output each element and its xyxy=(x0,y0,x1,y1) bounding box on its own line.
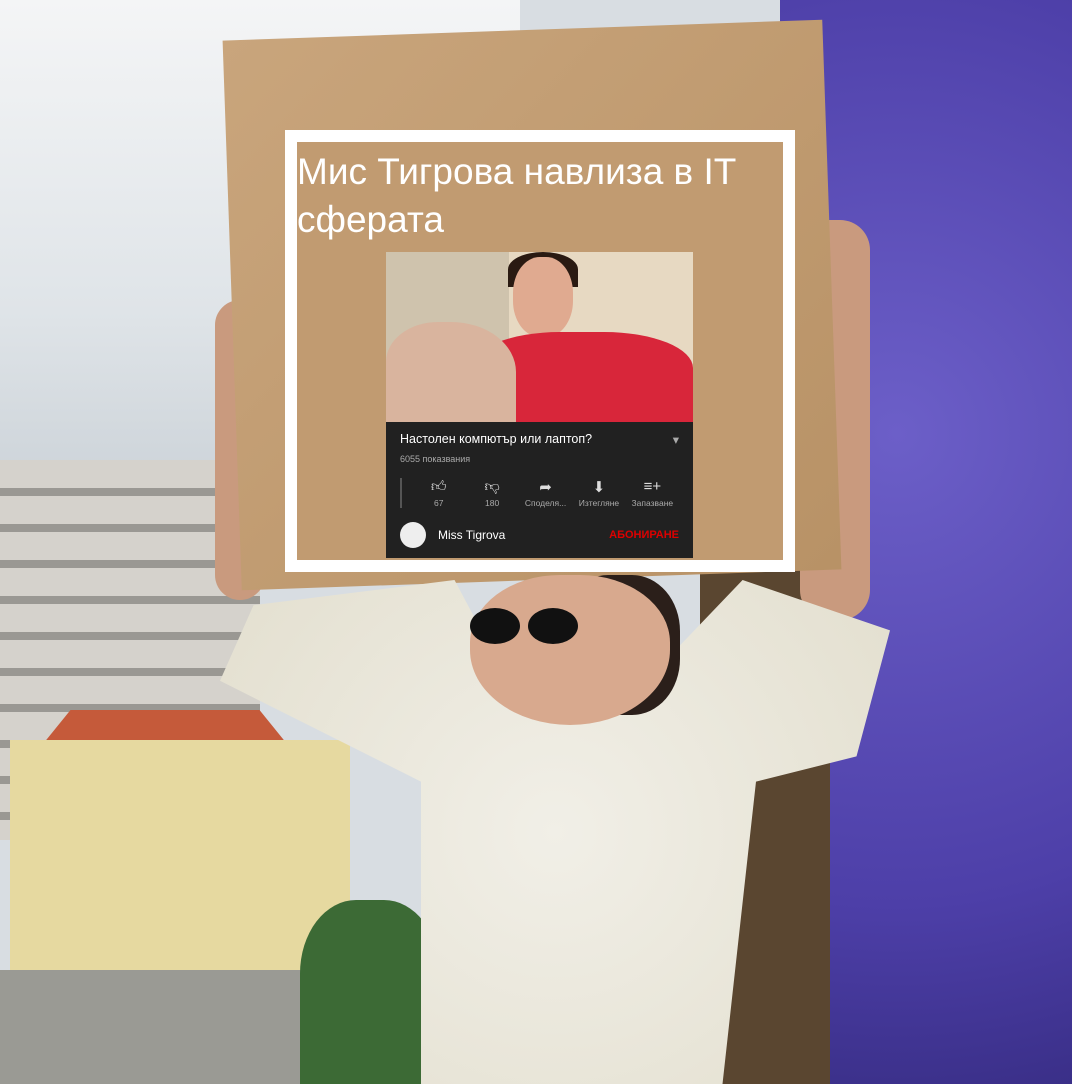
video-title: Настолен компютър или лаптоп? xyxy=(400,432,593,446)
thumbs-down-icon: 👎︎ xyxy=(484,478,500,495)
woman-face xyxy=(470,575,670,725)
like-button[interactable]: 👍︎ 67 xyxy=(412,478,465,508)
share-button[interactable]: ➦ Споделя... xyxy=(519,478,572,508)
subscribe-button[interactable]: АБОНИРАНЕ xyxy=(609,529,679,541)
channel-name[interactable]: Miss Tigrova xyxy=(438,528,505,542)
meme-frame: Мис Тигрова навлиза в IT сферата Настоле… xyxy=(285,130,795,572)
yellow-building xyxy=(10,740,350,980)
meme-caption: Мис Тигрова навлиза в IT сферата xyxy=(297,151,736,240)
download-button[interactable]: ⬇ Изтегляне xyxy=(572,478,625,508)
channel-avatar[interactable] xyxy=(400,522,426,548)
playlist-add-icon: ≡+ xyxy=(643,478,662,495)
share-icon: ➦ xyxy=(539,479,552,496)
youtube-screenshot: Настолен компютър или лаптоп? ▾ 6055 пока… xyxy=(386,252,693,558)
view-count: 6055 показвания xyxy=(400,454,471,464)
download-icon: ⬇ xyxy=(592,479,606,496)
sunglasses xyxy=(470,608,590,648)
video-thumbnail[interactable] xyxy=(386,252,693,422)
trees xyxy=(300,900,440,1084)
save-button[interactable]: ≡+ Запазване xyxy=(626,478,679,508)
dislike-button[interactable]: 👎︎ 180 xyxy=(465,478,518,508)
thumbs-up-icon: 👍︎ xyxy=(430,478,447,495)
expand-chevron-icon[interactable]: ▾ xyxy=(673,432,679,447)
